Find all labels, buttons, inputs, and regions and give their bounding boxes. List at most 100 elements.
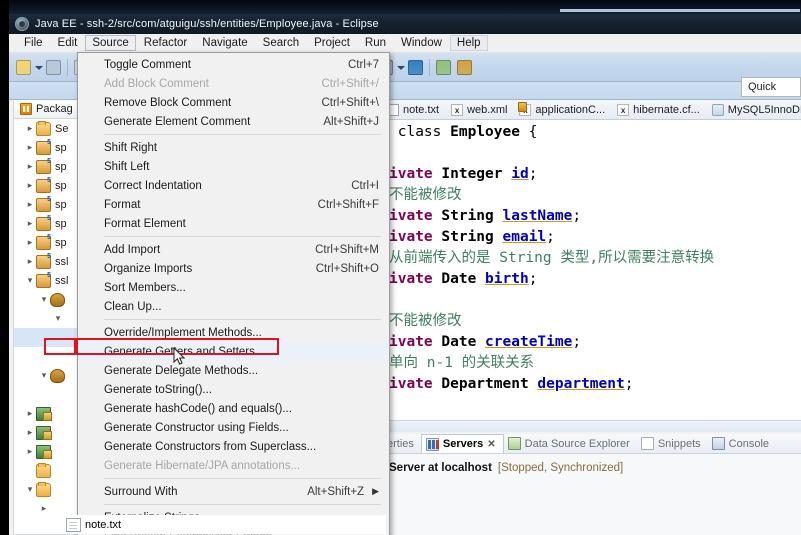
- twisty-collapsed-icon[interactable]: ▸: [38, 503, 50, 514]
- chevron-right-icon: ▶: [372, 486, 379, 496]
- desktop-top-band: [0, 0, 801, 14]
- twisty-collapsed-icon[interactable]: ▸: [24, 237, 36, 248]
- twisty-expanded-icon[interactable]: ▾: [38, 294, 50, 305]
- menu-item-label: Surround With: [104, 485, 178, 498]
- menubar-item-search[interactable]: Search: [256, 35, 306, 51]
- web-browser-button[interactable]: [406, 58, 425, 77]
- menu-item-correct-indentation[interactable]: Correct Indentation Ctrl+I: [78, 176, 389, 195]
- toolbar-separator: [429, 58, 430, 76]
- menubar-item-refactor[interactable]: Refactor: [137, 35, 194, 51]
- menubar-item-edit[interactable]: Edit: [51, 35, 85, 51]
- menu-item-label: Generate Getters and Setters...: [104, 345, 265, 358]
- twisty-collapsed-icon[interactable]: ▸: [24, 256, 36, 267]
- save-icon: [46, 59, 61, 75]
- server-list-row[interactable]: Server at localhost [Stopped, Synchroniz…: [383, 454, 801, 474]
- menubar-item-help[interactable]: Help: [449, 35, 488, 51]
- menu-item-clean-up[interactable]: Clean Up...: [78, 297, 389, 316]
- code-token: email: [502, 229, 547, 245]
- editor-tab-applicationc-[interactable]: x applicationC...: [515, 100, 613, 119]
- code-token: ;: [528, 166, 538, 182]
- menu-item-shortcut: Ctrl+Shift+\: [321, 96, 379, 109]
- save-button[interactable]: [44, 58, 63, 77]
- editor-tab-note-txt[interactable]: note.txt: [383, 100, 447, 119]
- xml-file-icon: x: [617, 103, 630, 116]
- twisty-collapsed-icon[interactable]: ▸: [24, 123, 36, 134]
- close-icon[interactable]: ✕: [487, 439, 495, 450]
- code-line: ivate String lastName;: [389, 206, 801, 227]
- download-button[interactable]: [455, 58, 474, 77]
- menu-item-generate-getters-and-setters[interactable]: Generate Getters and Setters...: [78, 342, 389, 361]
- bottom-view-tab-bar: erties Servers ✕ Data Source Explorer Snippe…: [383, 434, 801, 454]
- menu-item-surround-with[interactable]: Surround With Alt+Shift+Z ▶: [78, 482, 389, 501]
- twisty-collapsed-icon[interactable]: ▸: [24, 199, 36, 210]
- menu-item-generate-element-comment[interactable]: Generate Element Comment Alt+Shift+J: [78, 112, 389, 131]
- twisty-expanded-icon[interactable]: ▾: [52, 313, 64, 324]
- menu-item-label: Correct Indentation: [104, 179, 202, 192]
- twisty-collapsed-icon[interactable]: ▸: [24, 427, 36, 438]
- eclipse-window: Java EE - ssh-2/src/com/atguigu/ssh/enti…: [9, 14, 801, 535]
- code-token: ;: [572, 334, 582, 350]
- menu-item-generate-constructors-from-superclass[interactable]: Generate Constructors from Superclass...: [78, 437, 389, 456]
- toolbar-separator: [67, 58, 68, 76]
- menu-item-format[interactable]: Format Ctrl+Shift+F: [78, 195, 389, 214]
- package-explorer-icon: [20, 103, 32, 115]
- pin-editor-icon: [436, 59, 451, 75]
- menu-item-shift-right[interactable]: Shift Right: [78, 138, 389, 157]
- code-token: createTime: [485, 334, 573, 350]
- bottom-tab-snippets[interactable]: Snippets: [637, 434, 708, 453]
- menu-item-format-element[interactable]: Format Element: [78, 214, 389, 233]
- menu-item-label: Generate hashCode() and equals()...: [104, 402, 292, 415]
- twisty-expanded-icon[interactable]: ▾: [38, 370, 50, 381]
- toolbar-dropdown-arrow[interactable]: [396, 58, 405, 77]
- twisty-collapsed-icon[interactable]: ▸: [24, 408, 36, 419]
- menubar-item-file[interactable]: File: [17, 35, 50, 51]
- menu-item-add-import[interactable]: Add Import Ctrl+Shift+M: [78, 240, 389, 259]
- menubar-item-project[interactable]: Project: [307, 35, 357, 51]
- menu-item-shift-left[interactable]: Shift Left: [78, 157, 389, 176]
- menubar-item-source[interactable]: Source: [85, 35, 136, 51]
- bottom-tab-console[interactable]: Console: [708, 434, 776, 453]
- twisty-collapsed-icon[interactable]: ▸: [24, 446, 36, 457]
- editor-source-code[interactable]: class Employee { ivate Integer id; 不能被修改 i…: [389, 122, 801, 432]
- menu-item-remove-block-comment[interactable]: Remove Block Comment Ctrl+Shift+\: [78, 93, 389, 112]
- menubar-item-navigate[interactable]: Navigate: [195, 35, 254, 51]
- title-bar: Java EE - ssh-2/src/com/atguigu/ssh/enti…: [9, 14, 801, 34]
- bottom-tab-servers[interactable]: Servers ✕: [420, 434, 504, 453]
- package-icon: [36, 177, 51, 193]
- editor-tab-mysql5innodb-[interactable]: MySQL5InnoDB..: [708, 100, 801, 119]
- menu-item-generate-delegate-methods[interactable]: Generate Delegate Methods...: [78, 361, 389, 380]
- java-editor[interactable]: class Employee { ivate Integer id; 不能被修改 i…: [383, 120, 801, 432]
- twisty-collapsed-icon[interactable]: ▸: [24, 180, 36, 191]
- code-line: ivate String email;: [389, 227, 801, 248]
- menu-item-organize-imports[interactable]: Organize Imports Ctrl+Shift+O: [78, 259, 389, 278]
- new-wizard-button[interactable]: [14, 58, 33, 77]
- twisty-expanded-icon[interactable]: ▾: [24, 484, 36, 495]
- tree-bottom-row[interactable]: note.txt: [14, 515, 386, 534]
- twisty-collapsed-icon[interactable]: ▸: [24, 142, 36, 153]
- menubar-item-window[interactable]: Window: [394, 35, 449, 51]
- desktop-left-band: [0, 0, 9, 535]
- menu-item-override-implement-methods[interactable]: Override/Implement Methods...: [78, 323, 389, 342]
- toolbar-dropdown-arrow[interactable]: [34, 58, 43, 77]
- twisty-expanded-icon[interactable]: ▾: [24, 275, 36, 286]
- editor-tab-hibernate-cf-[interactable]: x hibernate.cf...: [613, 100, 708, 119]
- menu-item-generate-constructor-using-fields[interactable]: Generate Constructor using Fields...: [78, 418, 389, 437]
- source-menu-popup[interactable]: Toggle Comment Ctrl+7 Add Block Comment Ctr…: [77, 52, 390, 535]
- code-line: 单向 n-1 的关联关系: [389, 353, 801, 374]
- twisty-collapsed-icon[interactable]: ▸: [24, 218, 36, 229]
- menu-item-toggle-comment[interactable]: Toggle Comment Ctrl+7: [78, 55, 389, 74]
- jar-icon: [36, 406, 52, 421]
- code-token: ivate: [389, 229, 442, 245]
- menubar-item-run[interactable]: Run: [358, 35, 393, 51]
- editor-tab-web-xml[interactable]: x web.xml: [447, 100, 515, 119]
- menu-item-generate-tostring[interactable]: Generate toString()...: [78, 380, 389, 399]
- pin-editor-button[interactable]: [434, 58, 453, 77]
- menu-item-sort-members[interactable]: Sort Members...: [78, 278, 389, 297]
- code-token: ivate: [389, 334, 442, 350]
- twisty-collapsed-icon[interactable]: ▸: [24, 161, 36, 172]
- bottom-tab-data-source-explorer[interactable]: Data Source Explorer: [504, 434, 637, 453]
- server-status: [Stopped, Synchronized]: [497, 462, 624, 474]
- menu-item-generate-hashcode-and-equals[interactable]: Generate hashCode() and equals()...: [78, 399, 389, 418]
- quick-access-field[interactable]: Quick: [741, 77, 801, 97]
- tree-bottom-label: note.txt: [85, 518, 122, 531]
